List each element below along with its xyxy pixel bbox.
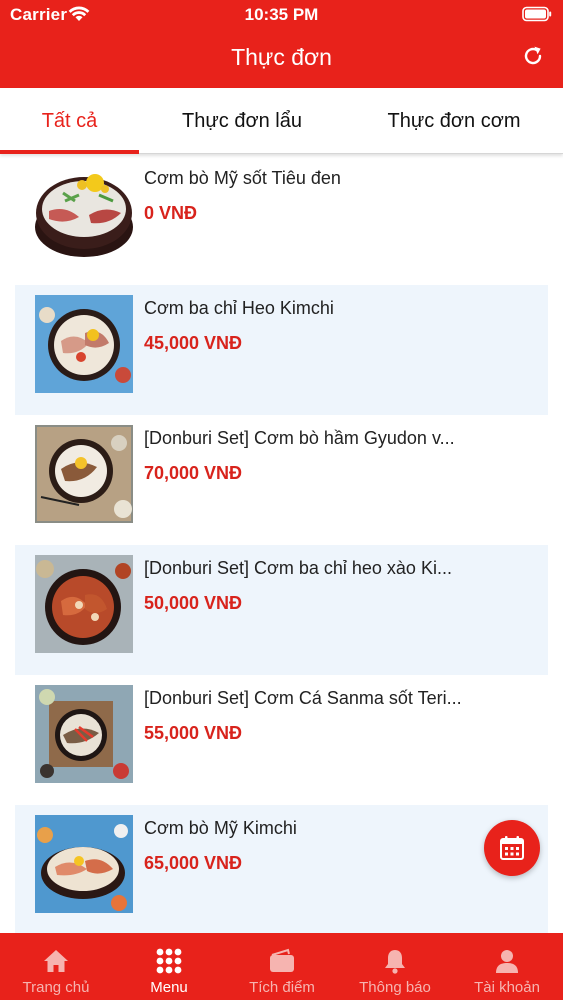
menu-item-name: [Donburi Set] Cơm Cá Sanma sốt Teri... (144, 688, 462, 708)
refresh-icon[interactable] (521, 44, 545, 68)
food-image (35, 295, 133, 393)
tabbar-label: Menu (150, 979, 188, 996)
menu-item[interactable]: [Donburi Set] Cơm ba chỉ heo xào Ki... 5… (15, 545, 548, 675)
tabbar-item-points[interactable]: Tích điểm (226, 933, 338, 1000)
food-image (35, 555, 133, 653)
tabbar-label: Tài khoản (474, 979, 540, 996)
tabbar-item-notifications[interactable]: Thông báo (339, 933, 451, 1000)
food-image (35, 685, 133, 783)
tabbar-item-account[interactable]: Tài khoản (451, 933, 563, 1000)
wallet-icon (270, 948, 294, 972)
page-title: Thực đơn (231, 44, 332, 70)
tabbar-label: Thông báo (359, 979, 431, 996)
user-icon (496, 950, 518, 973)
calendar-fab-button[interactable] (484, 820, 540, 876)
tab-label: Tất cả (41, 109, 98, 132)
calendar-icon (500, 836, 524, 860)
tab-hotpot-menu[interactable]: Thực đơn lẩu (139, 88, 345, 154)
bell-icon (385, 950, 405, 974)
tab-rice-menu[interactable]: Thực đơn cơm (345, 88, 563, 154)
menu-item-name: Cơm ba chỉ Heo Kimchi (144, 298, 334, 318)
food-image (35, 165, 133, 263)
menu-item[interactable]: [Donburi Set] Cơm bò hầm Gyudon v... 70,… (15, 415, 548, 545)
tab-label: Thực đơn cơm (387, 109, 521, 132)
tabbar-item-menu[interactable]: Menu (113, 933, 225, 1000)
category-tabs: Tất cả Thực đơn lẩu Thực đơn cơm (0, 88, 563, 154)
menu-item-price: 45,000 VNĐ (144, 333, 243, 353)
menu-item-name: Cơm bò Mỹ Kimchi (144, 818, 297, 838)
home-icon (44, 950, 68, 972)
tabbar-label: Tích điểm (249, 979, 315, 996)
bottom-tab-bar: Trang chủ Menu Tích điểm Thông báo Tài k… (0, 933, 563, 1000)
menu-item[interactable]: Cơm ba chỉ Heo Kimchi 45,000 VNĐ (15, 285, 548, 415)
status-time: 10:35 PM (244, 5, 319, 24)
menu-item[interactable]: Cơm bò Mỹ Kimchi 65,000 VNĐ (15, 805, 548, 935)
food-image (35, 815, 133, 913)
tab-label: Thực đơn lẩu (182, 109, 302, 132)
menu-item-name: Cơm bò Mỹ sốt Tiêu đen (144, 168, 341, 188)
tabbar-label: Trang chủ (22, 979, 90, 996)
menu-item-name: [Donburi Set] Cơm bò hầm Gyudon v... (144, 428, 455, 448)
menu-item-price: 70,000 VNĐ (144, 463, 243, 483)
grid-icon (156, 948, 182, 974)
menu-item-price: 55,000 VNĐ (144, 723, 243, 743)
active-tab-indicator (0, 150, 139, 154)
menu-item-price: 65,000 VNĐ (144, 853, 243, 873)
menu-item[interactable]: [Donburi Set] Cơm Cá Sanma sốt Teri... 5… (15, 675, 548, 805)
menu-item-name: [Donburi Set] Cơm ba chỉ heo xào Ki... (144, 558, 452, 578)
tab-all[interactable]: Tất cả (0, 88, 139, 154)
menu-list: Cơm bò Mỹ sốt Tiêu đen 0 VNĐ Cơm ba chỉ … (15, 155, 548, 935)
tabbar-item-home[interactable]: Trang chủ (0, 933, 112, 1000)
food-image (35, 425, 133, 523)
menu-item-price: 0 VNĐ (144, 203, 198, 223)
app-header: Carrier 10:35 PM Thực đơn (0, 0, 563, 88)
menu-item-price: 50,000 VNĐ (144, 593, 243, 613)
menu-item[interactable]: Cơm bò Mỹ sốt Tiêu đen 0 VNĐ (15, 155, 548, 285)
status-bar: Carrier 10:35 PM (0, 0, 563, 30)
battery-icon (522, 6, 552, 22)
